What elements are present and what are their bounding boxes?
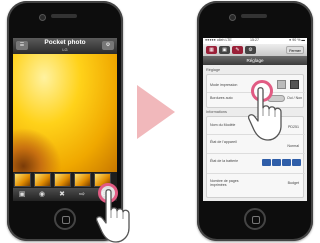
battery-cell: [282, 159, 291, 166]
close-button[interactable]: Fermer: [286, 46, 304, 54]
battery-cell: [272, 159, 281, 166]
battery-state-label: État de la batterie: [210, 159, 239, 163]
battery-cell: [292, 159, 301, 166]
thumbnail[interactable]: [34, 173, 51, 187]
app-header: ☰ Pocket photo LG ⚙: [13, 38, 117, 54]
print-mode-label: Mode impression: [210, 83, 238, 87]
model-name-label: Nom du Modèle: [210, 123, 236, 127]
thumbnail[interactable]: [54, 173, 71, 187]
printer-tab[interactable]: ▦: [206, 46, 217, 54]
hand-pointer-icon: [248, 87, 282, 141]
thumbnail[interactable]: [74, 173, 91, 187]
edit-button[interactable]: ⚙: [102, 41, 114, 50]
thumbnail[interactable]: [14, 173, 31, 187]
settings-toolbar: ▦ ▣ ✎ ⚙ Fermer: [203, 44, 307, 56]
left-screen: ☰ Pocket photo LG ⚙ ▣ ◉ ✖ ⇨ ⚙: [13, 38, 117, 201]
print-mode-option-b[interactable]: [290, 80, 299, 89]
row-divider: [207, 173, 305, 174]
auto-border-label: Bordures auto: [210, 96, 233, 100]
photo-preview: [13, 54, 117, 172]
next-step-arrow: [137, 85, 175, 139]
image-tab[interactable]: ▣: [219, 46, 230, 54]
battery-indicator: ● 90 % ▬: [289, 38, 305, 42]
carrier-label: ●●●●● olleh LTE: [205, 38, 232, 42]
device-state-value: Normal: [287, 144, 299, 148]
printed-pages-value: Budget: [287, 181, 299, 185]
home-button[interactable]: [54, 208, 76, 230]
toggle-label: Oui / Non: [287, 96, 303, 100]
hand-pointer-icon: [96, 189, 130, 243]
edit-tab[interactable]: ✎: [232, 46, 243, 54]
device-state-label: État de l'appareil: [210, 140, 237, 144]
section-header-settings: Réglage: [206, 68, 221, 72]
tools-icon[interactable]: ✖: [57, 190, 67, 199]
chat-icon[interactable]: ▣: [17, 190, 27, 199]
speaker-grille: [241, 14, 267, 18]
home-button[interactable]: [244, 208, 266, 230]
front-camera: [230, 15, 235, 20]
front-camera: [40, 15, 45, 20]
settings-tab[interactable]: ⚙: [245, 46, 256, 54]
row-divider: [207, 153, 305, 154]
share-icon[interactable]: ⇨: [77, 190, 87, 199]
speaker-grille: [51, 14, 77, 18]
status-time: 15:27: [250, 38, 259, 42]
printed-pages-label: Nombre de pages imprimées: [210, 179, 239, 187]
page-title: Réglage: [203, 56, 307, 65]
model-name-value: PD251: [288, 125, 299, 129]
battery-cell: [262, 159, 271, 166]
camera-icon[interactable]: ◉: [37, 190, 47, 199]
